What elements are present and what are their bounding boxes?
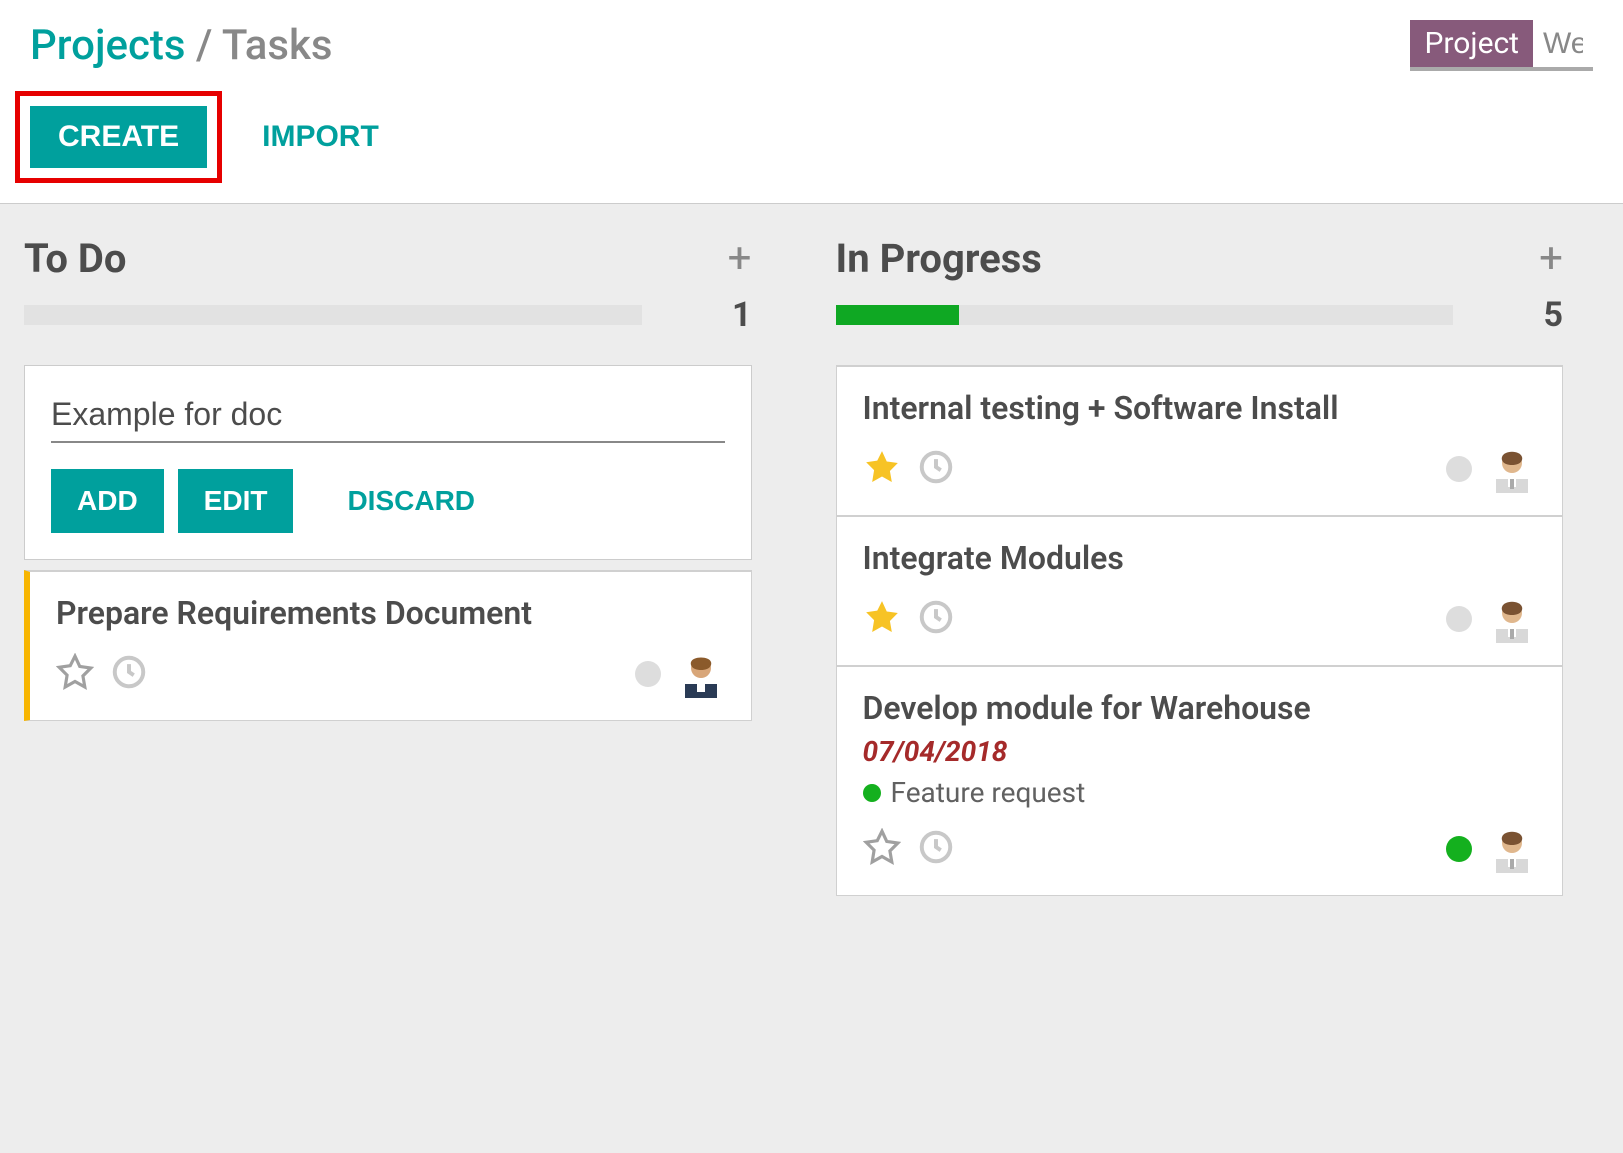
star-icon[interactable] [863,828,901,870]
task-date: 07/04/2018 [863,735,1537,776]
kanban-column-todo: To Do + 1 ADD EDIT DISCARD Prepare Requi… [0,204,812,1153]
task-tag: Feature request [863,776,1537,815]
column-title[interactable]: In Progress [836,235,1042,282]
avatar[interactable] [1488,445,1536,493]
column-progress-fill [836,305,960,325]
action-bar: CREATE IMPORT [0,81,1623,203]
avatar[interactable] [1488,595,1536,643]
kanban-board: To Do + 1 ADD EDIT DISCARD Prepare Requi… [0,203,1623,1153]
tag-label: Feature request [891,776,1086,809]
column-count: 1 [732,295,752,335]
edit-button[interactable]: EDIT [178,469,294,533]
top-bar: Projects / Tasks Project [0,0,1623,81]
status-indicator[interactable] [1446,836,1472,862]
search-input[interactable] [1533,21,1593,71]
task-card[interactable]: Prepare Requirements Document [24,570,752,721]
status-indicator[interactable] [1446,456,1472,482]
column-progress-bar [24,305,642,325]
discard-button[interactable]: DISCARD [327,469,495,533]
avatar[interactable] [677,650,725,698]
column-title[interactable]: To Do [24,235,127,282]
clock-icon[interactable] [917,828,955,870]
column-progress-bar [836,305,1454,325]
task-card[interactable]: Develop module for Warehouse 07/04/2018 … [836,666,1564,896]
column-count: 5 [1543,295,1563,335]
quick-create-card: ADD EDIT DISCARD [24,365,752,560]
clock-icon[interactable] [917,598,955,640]
create-highlight: CREATE [15,91,222,183]
status-indicator[interactable] [635,661,661,687]
breadcrumb: Projects / Tasks [30,21,332,70]
create-button[interactable]: CREATE [30,106,207,168]
task-card[interactable]: Internal testing + Software Install [836,365,1564,516]
task-title: Develop module for Warehouse [863,689,1537,735]
avatar[interactable] [1488,825,1536,873]
status-indicator[interactable] [1446,606,1472,632]
star-icon[interactable] [863,598,901,640]
clock-icon[interactable] [917,448,955,490]
breadcrumb-link-projects[interactable]: Projects [30,21,186,70]
breadcrumb-current: Tasks [222,21,333,70]
task-card[interactable]: Integrate Modules [836,516,1564,666]
kanban-column-in-progress: In Progress + 5 Internal testing + Softw… [812,204,1623,1153]
quick-create-input[interactable] [51,392,725,443]
add-card-icon[interactable]: + [1539,234,1563,283]
breadcrumb-separator: / [196,21,212,70]
filter-tag-project[interactable]: Project [1410,20,1533,71]
search-filter: Project [1410,20,1593,71]
tag-dot-icon [863,784,881,802]
task-title: Integrate Modules [863,539,1537,585]
add-button[interactable]: ADD [51,469,164,533]
task-title: Prepare Requirements Document [56,594,725,640]
import-button[interactable]: IMPORT [234,106,407,168]
star-icon[interactable] [56,653,94,695]
clock-icon[interactable] [110,653,148,695]
star-icon[interactable] [863,448,901,490]
add-card-icon[interactable]: + [728,234,752,283]
task-title: Internal testing + Software Install [863,389,1537,435]
